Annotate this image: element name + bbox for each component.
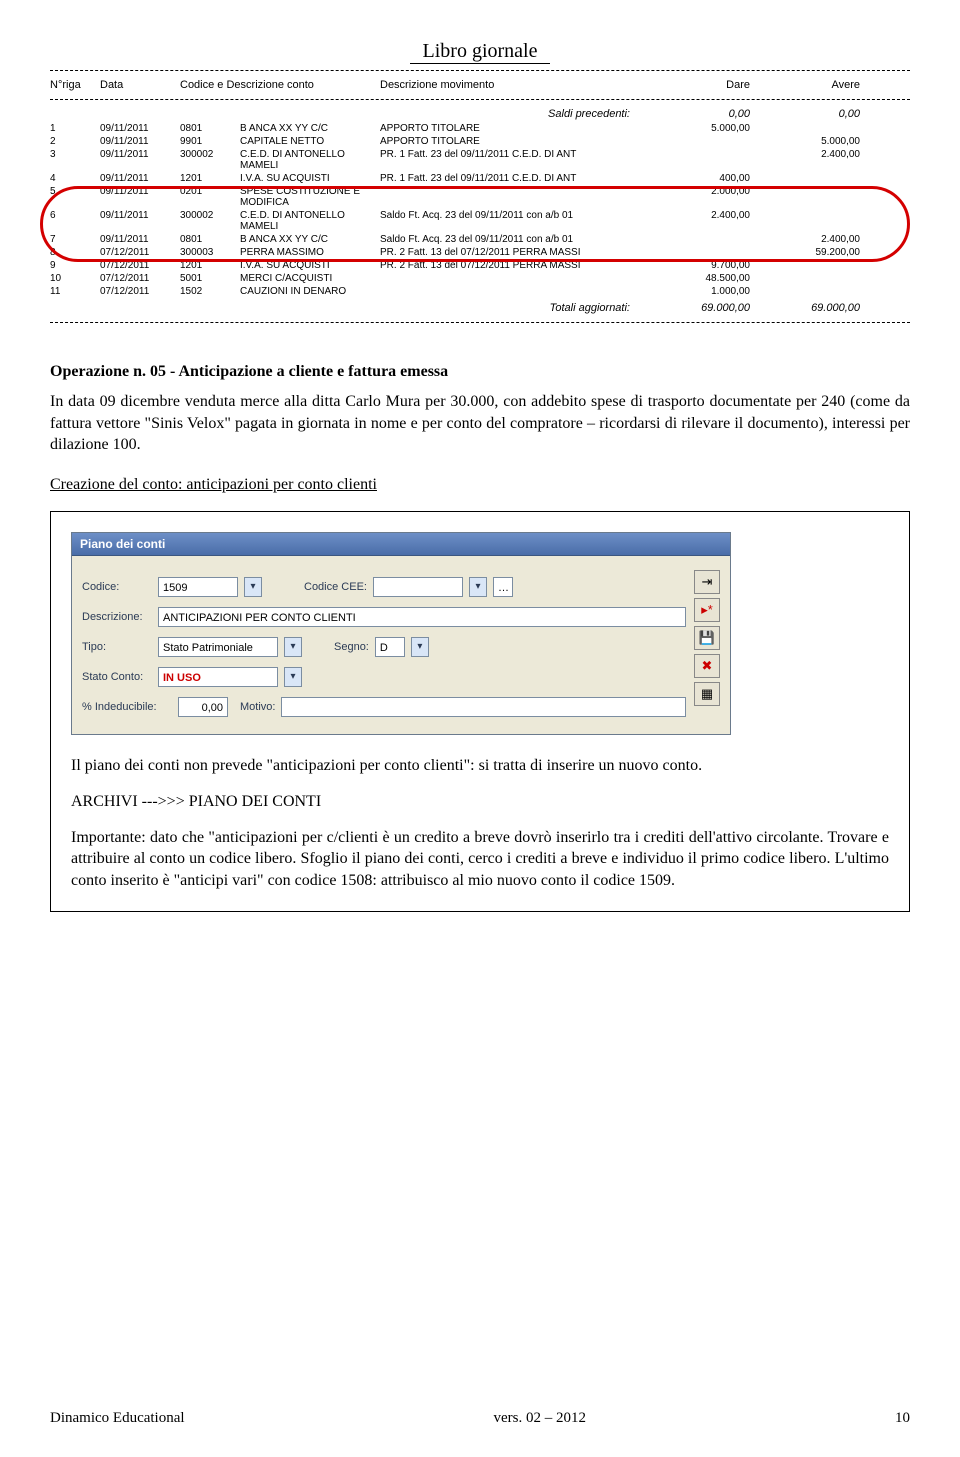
input-indeducibile[interactable]: 0,00 [178, 697, 228, 717]
exit-button[interactable]: ⇥ [694, 570, 720, 594]
saldi-label: Saldi precedenti: [380, 108, 640, 120]
table-row: 1107/12/20111502CAUZIONI IN DENARO1.000,… [50, 285, 910, 298]
label-descrizione: Descrizione: [82, 611, 152, 623]
dropdown-icon[interactable]: ▾ [284, 667, 302, 687]
box-paragraph-importante: Importante: dato che "anticipazioni per … [71, 827, 889, 892]
report-title: Libro giornale [410, 40, 550, 64]
new-record-button[interactable]: ▸* [694, 598, 720, 622]
input-segno[interactable]: D [375, 637, 405, 657]
creazione-conto-label: Creazione del conto: anticipazioni per c… [50, 474, 910, 496]
table-row: 709/11/20110801B ANCA XX YY C/CSaldo Ft.… [50, 233, 910, 246]
col-dare: Dare [640, 79, 750, 91]
col-riga: N°riga [50, 79, 100, 91]
save-button[interactable]: 💾 [694, 626, 720, 650]
totali-label: Totali aggiornati: [380, 302, 640, 314]
table-row: 609/11/2011300002C.E.D. DI ANTONELLO MAM… [50, 209, 910, 233]
dropdown-icon[interactable]: ▾ [469, 577, 487, 597]
operation-paragraph: In data 09 dicembre venduta merce alla d… [50, 391, 910, 456]
operation-heading: Operazione n. 05 - Anticipazione a clien… [50, 363, 910, 381]
cancel-button[interactable]: ✖ [694, 654, 720, 678]
label-segno: Segno: [334, 641, 369, 653]
libro-giornale-report: Libro giornale N°riga Data Codice e Desc… [50, 40, 910, 323]
label-codice: Codice: [82, 581, 152, 593]
footer-center: vers. 02 – 2012 [185, 1410, 895, 1427]
totali-row: Totali aggiornati: 69.000,00 69.000,00 [50, 298, 910, 316]
report-column-headers: N°riga Data Codice e Descrizione conto D… [50, 77, 910, 93]
table-row: 309/11/2011300002C.E.D. DI ANTONELLO MAM… [50, 148, 910, 172]
table-row: 209/11/20119901CAPITALE NETTOAPPORTO TIT… [50, 135, 910, 148]
piano-dei-conti-box: Piano dei conti Codice: 1509 ▾ Codice CE… [50, 511, 910, 912]
input-motivo[interactable] [281, 697, 686, 717]
saldi-avere: 0,00 [750, 108, 860, 120]
archivi-line: ARCHIVI --->>> PIANO DEI CONTI [71, 791, 889, 813]
saldi-dare: 0,00 [640, 108, 750, 120]
saldi-precedenti-row: Saldi precedenti: 0,00 0,00 [50, 106, 910, 122]
box-paragraph-1: Il piano dei conti non prevede "anticipa… [71, 755, 889, 777]
dropdown-icon[interactable]: ▾ [411, 637, 429, 657]
label-motivo: Motivo: [240, 701, 275, 713]
input-codice-cee[interactable] [373, 577, 463, 597]
x-icon: ✖ [702, 658, 713, 674]
label-stato: Stato Conto: [82, 671, 152, 683]
piano-dei-conti-window: Piano dei conti Codice: 1509 ▾ Codice CE… [71, 532, 731, 735]
table-row: 807/12/2011300003PERRA MASSIMOPR. 2 Fatt… [50, 246, 910, 259]
footer-left: Dinamico Educational [50, 1410, 185, 1427]
ellipsis-button[interactable]: … [493, 577, 513, 597]
col-codedesc: Codice e Descrizione conto [180, 79, 380, 91]
totali-avere: 69.000,00 [750, 302, 860, 314]
table-row: 509/11/20110201SPESE COSTITUZIONE E MODI… [50, 185, 910, 209]
table-row: 907/12/20111201I.V.A. SU ACQUISTIPR. 2 F… [50, 259, 910, 272]
input-descrizione[interactable]: ANTICIPAZIONI PER CONTO CLIENTI [158, 607, 686, 627]
arrow-star-icon: ▸* [701, 602, 713, 618]
grid-icon: ▦ [701, 686, 713, 702]
footer-right: 10 [895, 1410, 910, 1427]
totali-dare: 69.000,00 [640, 302, 750, 314]
col-avere: Avere [750, 79, 860, 91]
table-row: 409/11/20111201I.V.A. SU ACQUISTIPR. 1 F… [50, 172, 910, 185]
col-data: Data [100, 79, 180, 91]
dropdown-icon[interactable]: ▾ [244, 577, 262, 597]
label-indeducibile: % Indeducibile: [82, 701, 172, 713]
window-titlebar: Piano dei conti [72, 533, 730, 556]
label-tipo: Tipo: [82, 641, 152, 653]
table-row: 1007/12/20115001MERCI C/ACQUISTI48.500,0… [50, 272, 910, 285]
label-codice-cee: Codice CEE: [304, 581, 367, 593]
table-row: 109/11/20110801B ANCA XX YY C/CAPPORTO T… [50, 122, 910, 135]
door-arrow-icon: ⇥ [702, 574, 713, 590]
input-codice[interactable]: 1509 [158, 577, 238, 597]
dropdown-icon[interactable]: ▾ [284, 637, 302, 657]
input-tipo[interactable]: Stato Patrimoniale [158, 637, 278, 657]
floppy-icon: 💾 [699, 630, 715, 646]
input-stato[interactable]: IN USO [158, 667, 278, 687]
grid-button[interactable]: ▦ [694, 682, 720, 706]
col-descrmov: Descrizione movimento [380, 79, 640, 91]
